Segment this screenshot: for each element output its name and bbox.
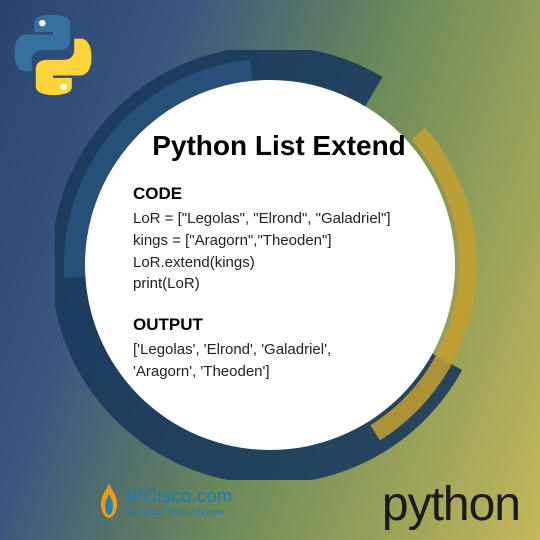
page-title: Python List Extend <box>133 130 425 162</box>
code-line: print(LoR) <box>133 273 425 295</box>
flame-icon <box>95 482 123 520</box>
python-logo-icon <box>8 10 98 100</box>
code-section: CODE LoR = ["Legolas", "Elrond", "Galadr… <box>133 184 425 295</box>
output-section: OUTPUT ['Legolas', 'Elrond', 'Galadriel'… <box>133 315 425 383</box>
code-line: kings = ["Aragorn","Theoden"] <box>133 230 425 252</box>
ipcisco-logo: IPCisco.com Best Route To Your Dreams <box>95 482 233 520</box>
white-content-area: Python List Extend CODE LoR = ["Legolas"… <box>85 80 455 450</box>
code-label: CODE <box>133 184 425 204</box>
code-line: LoR = ["Legolas", "Elrond", "Galadriel"] <box>133 208 425 230</box>
output-line: ['Legolas', 'Elrond', 'Galadriel', <box>133 339 425 361</box>
brand-name: IPCisco.com <box>126 486 233 507</box>
code-line: LoR.extend(kings) <box>133 252 425 274</box>
output-line: 'Aragorn', 'Theoden'] <box>133 361 425 383</box>
content-circle: Python List Extend CODE LoR = ["Legolas"… <box>55 50 485 480</box>
python-footer-text: python <box>382 477 520 532</box>
output-label: OUTPUT <box>133 315 425 335</box>
brand-tagline: Best Route To Your Dreams <box>126 507 233 517</box>
